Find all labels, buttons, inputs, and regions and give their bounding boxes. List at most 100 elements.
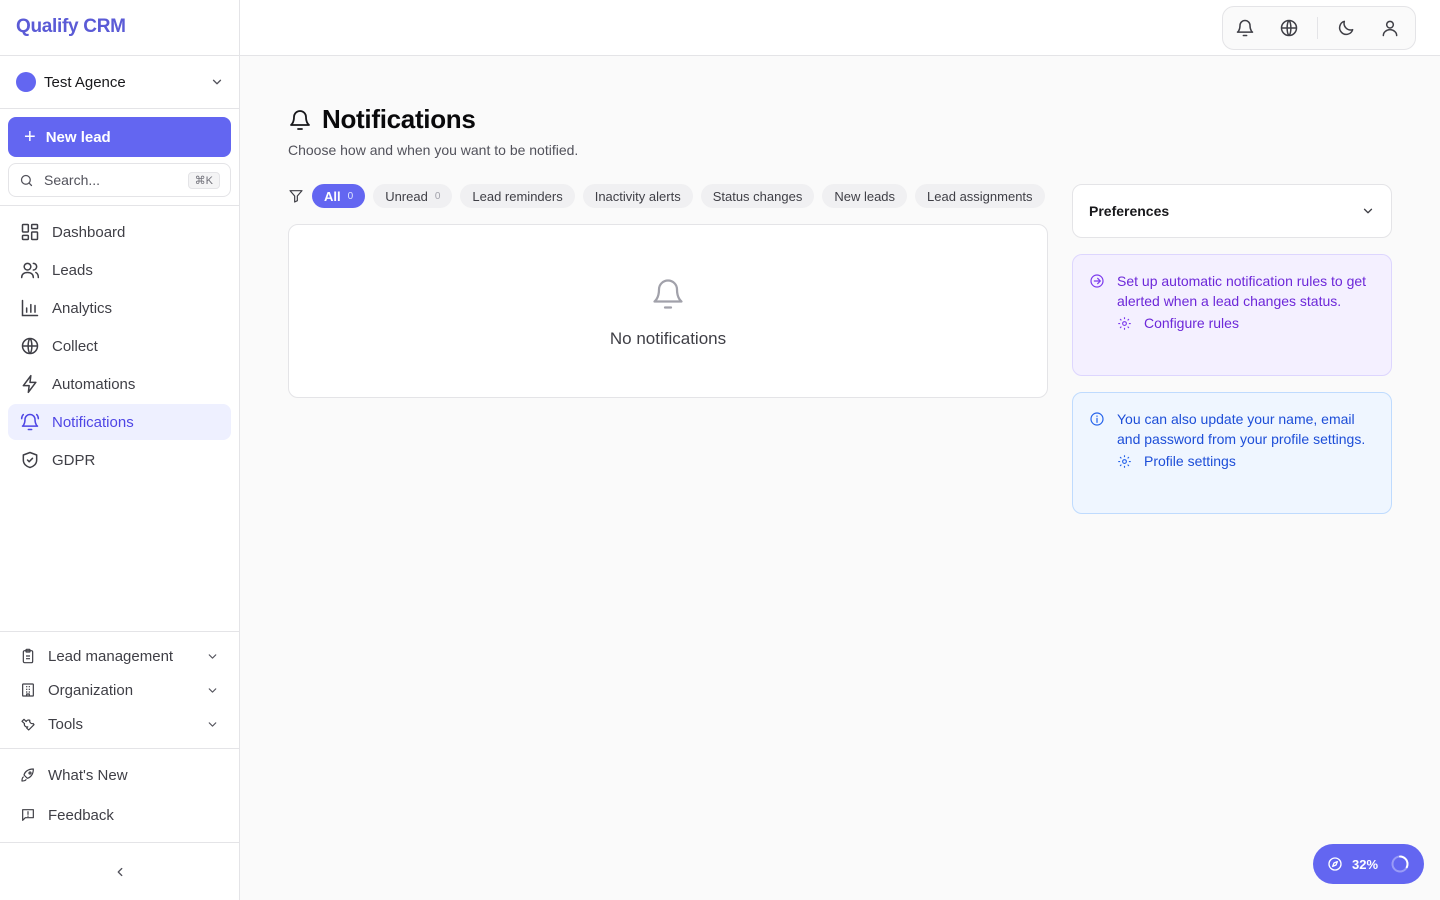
sidebar-item-gdpr[interactable]: GDPR xyxy=(8,442,231,478)
sidebar-item-analytics[interactable]: Analytics xyxy=(8,290,231,326)
app-logo[interactable]: Qualify CRM xyxy=(16,16,126,38)
filter-label: Lead assignments xyxy=(927,188,1033,204)
divider xyxy=(1317,17,1318,39)
sidebar-item-label: Collect xyxy=(52,337,98,355)
chevron-down-icon xyxy=(210,75,224,89)
page-title: Notifications xyxy=(288,104,476,135)
sidebar-group-tools[interactable]: Tools xyxy=(8,709,231,739)
bar-chart-icon xyxy=(20,298,40,318)
search-icon xyxy=(19,173,34,188)
sidebar-item-automations[interactable]: Automations xyxy=(8,366,231,402)
filter-chip-lead-reminders[interactable]: Lead reminders xyxy=(460,184,575,208)
divider xyxy=(0,108,239,109)
divider xyxy=(0,631,239,632)
preferences-label: Preferences xyxy=(1089,203,1170,219)
chevron-left-icon xyxy=(117,867,123,877)
progress-ring-icon xyxy=(1391,855,1409,873)
filter-label: All xyxy=(324,188,341,204)
profile-info-card: You can also update your name, email and… xyxy=(1072,392,1392,514)
profile-settings-link[interactable]: Profile settings xyxy=(1117,453,1375,469)
chevron-down-icon xyxy=(1361,204,1375,218)
divider xyxy=(0,55,239,56)
sidebar-item-label: GDPR xyxy=(52,451,96,469)
rules-info-card: Set up automatic notification rules to g… xyxy=(1072,254,1392,376)
page-subtitle: Choose how and when you want to be notif… xyxy=(288,142,579,158)
progress-percent: 32% xyxy=(1352,856,1379,872)
filter-chip-all[interactable]: All 0 xyxy=(312,184,366,208)
rocket-icon xyxy=(20,767,36,783)
sidebar-item-whats-new[interactable]: What's New xyxy=(8,760,231,790)
search-shortcut: ⌘K xyxy=(187,171,220,189)
bell-icon xyxy=(290,109,310,130)
user-menu-button[interactable] xyxy=(1377,15,1403,41)
workspace-name: Test Agence xyxy=(44,73,126,91)
filter-count: 0 xyxy=(347,190,354,202)
filter-chip-unread[interactable]: Unread 0 xyxy=(373,184,453,208)
sidebar-group-label: Lead management xyxy=(48,647,174,665)
divider xyxy=(0,205,239,206)
filter-chip-lead-assignments[interactable]: Lead assignments xyxy=(915,184,1045,208)
building-icon xyxy=(20,682,36,698)
clipboard-icon xyxy=(20,648,36,664)
filter-label: Lead reminders xyxy=(472,188,563,204)
divider xyxy=(0,842,239,843)
sidebar-group-label: Organization xyxy=(48,681,134,699)
compass-icon xyxy=(1328,857,1342,871)
bell-icon xyxy=(1236,19,1254,37)
topbar-actions xyxy=(1222,6,1416,50)
main-nav: Dashboard Leads Analytics Collect Automa… xyxy=(8,214,231,480)
profile-info-text: You can also update your name, email and… xyxy=(1117,411,1366,447)
gear-icon xyxy=(1118,454,1131,468)
sidebar-item-label: Analytics xyxy=(52,299,113,317)
moon-icon xyxy=(1338,20,1354,36)
sidebar-item-dashboard[interactable]: Dashboard xyxy=(8,214,231,250)
filter-icon xyxy=(288,188,304,204)
sidebar-group-lead-management[interactable]: Lead management xyxy=(8,641,231,671)
bell-icon xyxy=(650,275,686,313)
dark-mode-toggle[interactable] xyxy=(1333,15,1359,41)
globe-icon xyxy=(1280,19,1298,37)
workspace-switcher[interactable]: Test Agence xyxy=(16,70,224,94)
chevron-down-icon xyxy=(206,650,219,663)
notification-filters: All 0 Unread 0 Lead reminders Inactivity… xyxy=(288,184,1053,208)
plus-icon: + xyxy=(24,126,36,148)
filter-label: Inactivity alerts xyxy=(594,188,681,204)
sidebar-item-label: What's New xyxy=(48,766,128,784)
sidebar-item-notifications[interactable]: Notifications xyxy=(8,404,231,440)
divider xyxy=(0,748,239,749)
profile-settings-label: Profile settings xyxy=(1144,453,1236,469)
language-button[interactable] xyxy=(1276,15,1302,41)
new-lead-button[interactable]: + New lead xyxy=(8,117,231,157)
onboarding-progress-button[interactable]: 32% xyxy=(1313,844,1424,884)
preferences-accordion[interactable]: Preferences xyxy=(1072,184,1392,238)
gear-icon xyxy=(1118,316,1131,330)
users-icon xyxy=(20,260,40,280)
page-heading: Notifications xyxy=(322,104,476,134)
filter-chip-inactivity-alerts[interactable]: Inactivity alerts xyxy=(582,184,693,208)
sidebar-item-feedback[interactable]: Feedback xyxy=(8,800,231,830)
filter-chip-new-leads[interactable]: New leads xyxy=(822,184,908,208)
filter-count: 0 xyxy=(434,190,441,202)
user-icon xyxy=(1382,20,1398,37)
sidebar-item-label: Feedback xyxy=(48,806,114,824)
empty-state-text: No notifications xyxy=(609,329,727,348)
sidebar: Qualify CRM Test Agence + New lead Searc… xyxy=(0,0,240,900)
configure-rules-link[interactable]: Configure rules xyxy=(1117,315,1375,331)
sidebar-group-label: Tools xyxy=(48,715,84,733)
collapse-sidebar-button[interactable] xyxy=(110,862,130,882)
dashboard-icon xyxy=(20,222,40,242)
sidebar-group-organization[interactable]: Organization xyxy=(8,675,231,705)
topbar xyxy=(240,0,1440,56)
sidebar-item-collect[interactable]: Collect xyxy=(8,328,231,364)
notifications-button[interactable] xyxy=(1232,15,1258,41)
sidebar-item-label: Notifications xyxy=(52,413,134,431)
sidebar-item-leads[interactable]: Leads xyxy=(8,252,231,288)
bell-ring-icon xyxy=(20,412,40,432)
shield-check-icon xyxy=(20,450,40,470)
lightning-icon xyxy=(20,374,40,394)
filter-chip-status-changes[interactable]: Status changes xyxy=(700,184,815,208)
search-input[interactable]: Search... ⌘K xyxy=(8,163,231,197)
new-lead-label: New lead xyxy=(45,128,111,146)
workspace-avatar xyxy=(16,72,36,92)
sidebar-item-label: Leads xyxy=(52,261,93,279)
